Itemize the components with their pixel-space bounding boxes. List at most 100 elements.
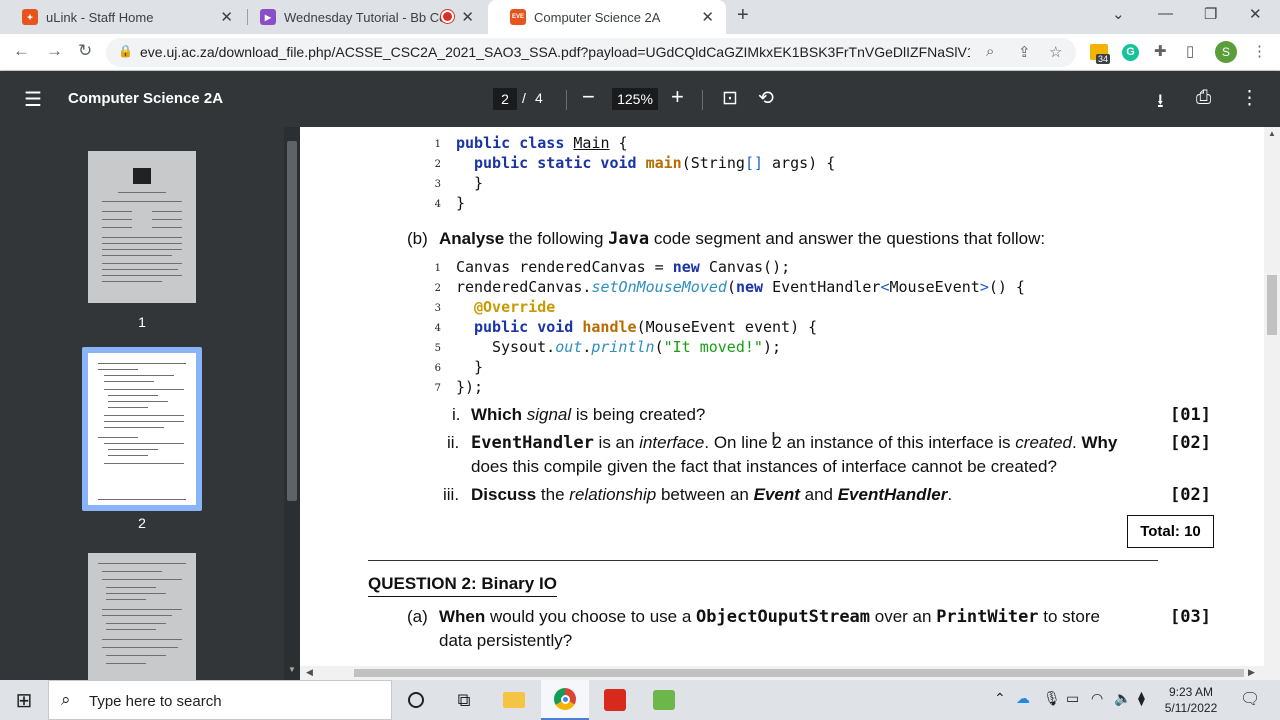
print-icon[interactable]: ⎙ <box>1196 87 1211 109</box>
url-text[interactable]: eve.uj.ac.za/download_file.php/ACSSE_CSC… <box>140 44 970 60</box>
code-line-number: 4 <box>434 323 441 334</box>
page-thumbnail-1[interactable] <box>88 151 196 303</box>
notifications-icon[interactable]: 🗨 <box>1240 689 1260 709</box>
more-options-icon[interactable]: ⋮ <box>1240 87 1259 110</box>
subq-ii-text-line2: does this compile given the fact that in… <box>471 457 1057 476</box>
page-number-input[interactable]: 2 <box>493 88 517 110</box>
code2-line-4: public void handle(MouseEvent event) { <box>474 318 818 336</box>
subq-ii-text: EventHandler is an interface. On line 2 … <box>471 433 1118 453</box>
profile-avatar[interactable]: S <box>1215 41 1237 63</box>
question-2a-text: When would you choose to use a ObjectOup… <box>439 607 1100 627</box>
page-total: 4 <box>535 90 543 106</box>
browser-tab-bar: ✦ uLink - Staff Home ✕ ▶ Wednesday Tutor… <box>0 0 1280 34</box>
acrobat-icon[interactable] <box>591 680 639 720</box>
thumbnail-label-1: 1 <box>138 314 146 330</box>
file-explorer-icon[interactable] <box>490 680 538 720</box>
zoom-level-input[interactable]: 125% <box>612 88 658 110</box>
tab-search-icon[interactable]: ⌄ <box>1112 5 1125 23</box>
share-icon[interactable]: ⇪ <box>1018 43 1031 61</box>
document-title: Computer Science 2A <box>68 90 224 107</box>
scroll-down-icon[interactable]: ▼ <box>288 665 296 674</box>
scroll-right-icon[interactable]: ▶ <box>1248 667 1255 678</box>
fit-page-icon[interactable]: ⊡ <box>722 87 738 110</box>
extensions-puzzle-icon[interactable]: ✚ <box>1154 42 1167 60</box>
code-line-number: 1 <box>434 263 441 274</box>
document-horizontal-scrollbar[interactable]: ◀ ▶ <box>300 666 1280 680</box>
code1-line-2: public static void main(String[] args) { <box>474 154 836 172</box>
close-window-icon[interactable]: ✕ <box>1249 5 1262 23</box>
search-icon: ⌕ <box>61 690 71 709</box>
question-2a-marks: [03] <box>1170 607 1211 627</box>
cortana-icon[interactable] <box>392 680 440 720</box>
code2-line-5: Sysout.out.println("It moved!"); <box>492 338 781 356</box>
page-thumbnail-2[interactable] <box>88 353 196 505</box>
code-line-number: 3 <box>434 179 441 190</box>
pdf-toolbar: ☰ Computer Science 2A 2 / 4 − 125% + ⊡ ⟲… <box>0 71 1280 127</box>
page-thumbnail-3[interactable] <box>88 553 196 680</box>
side-panel-icon[interactable]: ▯ <box>1186 42 1194 60</box>
text-cursor-icon: I <box>771 429 777 449</box>
microphone-icon[interactable]: 🎙 <box>1043 690 1061 707</box>
zoom-in-icon[interactable]: + <box>671 84 684 110</box>
scroll-left-icon[interactable]: ◀ <box>306 667 313 678</box>
zoom-icon[interactable]: ⌕ <box>986 43 994 60</box>
document-vertical-scrollbar[interactable]: ▲ <box>1264 127 1280 666</box>
code-line-number: 4 <box>434 199 441 210</box>
close-tab-icon[interactable]: ✕ <box>461 8 474 26</box>
omnibox[interactable]: 🔒 eve.uj.ac.za/download_file.php/ACSSE_C… <box>106 38 1076 67</box>
rotate-icon[interactable]: ⟲ <box>758 87 774 110</box>
snip-tool-icon[interactable] <box>640 680 688 720</box>
back-icon[interactable]: ← <box>13 41 30 61</box>
taskbar-search-box[interactable]: ⌕ Type here to search <box>48 680 392 720</box>
horizontal-scrollbar-thumb[interactable] <box>354 669 1244 677</box>
thumbnail-sidebar: 1 2 <box>0 127 284 680</box>
wifi-icon[interactable]: ◠ <box>1091 690 1103 707</box>
restore-icon[interactable]: ❐ <box>1204 5 1217 23</box>
subq-i-text: Which signal is being created? <box>471 405 706 424</box>
chrome-icon[interactable] <box>541 680 589 720</box>
eve-favicon-icon: EVE <box>510 9 526 25</box>
tab-wednesday-tutorial[interactable]: ▶ Wednesday Tutorial - Bb Col ✕ <box>238 0 486 34</box>
system-clock[interactable]: 9:23 AM 5/11/2022 <box>1158 684 1224 716</box>
code1-line-1: public class Main { <box>456 134 628 152</box>
reload-icon[interactable]: ↻ <box>78 41 92 61</box>
subq-iii-text: Discuss the relationship between an Even… <box>471 485 953 504</box>
zoom-out-icon[interactable]: − <box>582 84 595 110</box>
document-scrollbar-thumb[interactable] <box>1267 275 1277 335</box>
volume-icon[interactable]: 🔈 <box>1114 690 1131 707</box>
code2-line-6: } <box>456 358 484 376</box>
subq-iii-number: iii. <box>443 485 460 504</box>
code-line-number: 2 <box>434 283 441 294</box>
menu-icon[interactable]: ☰ <box>24 87 42 112</box>
tab-label: uLink - Staff Home <box>46 9 154 25</box>
show-hidden-icons-icon[interactable]: ⌃ <box>994 690 1006 707</box>
grammarly-icon[interactable]: G <box>1122 44 1139 61</box>
dropbox-icon[interactable]: ⧫ <box>1138 690 1145 707</box>
battery-icon[interactable]: ▭ <box>1066 690 1079 707</box>
code2-line-1: Canvas renderedCanvas = new Canvas(); <box>456 258 791 276</box>
new-tab-icon[interactable]: + <box>737 4 749 27</box>
question-2a-label: (a) <box>407 607 428 626</box>
tab-ulink[interactable]: ✦ uLink - Staff Home ✕ <box>0 0 245 34</box>
toolbar-divider <box>566 90 567 110</box>
tab-computer-science-2a[interactable]: EVE Computer Science 2A ✕ <box>488 0 726 34</box>
task-view-icon[interactable]: ⧉ <box>440 680 488 720</box>
sidebar-scrollbar-thumb[interactable] <box>287 141 297 501</box>
scroll-up-icon[interactable]: ▲ <box>1268 129 1276 138</box>
browser-menu-icon[interactable]: ⋮ <box>1252 42 1267 60</box>
recording-icon <box>441 10 454 23</box>
lock-icon[interactable]: 🔒 <box>118 44 133 58</box>
sidebar-scrollbar[interactable]: ▼ <box>284 127 300 680</box>
windows-start-icon[interactable]: ⊞ <box>0 680 48 720</box>
bookmark-star-icon[interactable]: ☆ <box>1049 43 1062 61</box>
onedrive-icon[interactable]: ☁ <box>1016 690 1030 707</box>
minimize-icon[interactable]: — <box>1158 5 1173 22</box>
close-tab-icon[interactable]: ✕ <box>220 8 233 26</box>
close-tab-icon[interactable]: ✕ <box>701 8 714 26</box>
code2-line-2: renderedCanvas.setOnMouseMoved(new Event… <box>456 278 1025 296</box>
download-icon[interactable]: ⭳ <box>1157 87 1164 119</box>
toolbar-divider <box>702 90 703 110</box>
question-2a-text-line2: data persistently? <box>439 631 573 650</box>
question-2-heading: QUESTION 2: Binary IO <box>368 574 557 597</box>
forward-icon[interactable]: → <box>46 41 63 61</box>
